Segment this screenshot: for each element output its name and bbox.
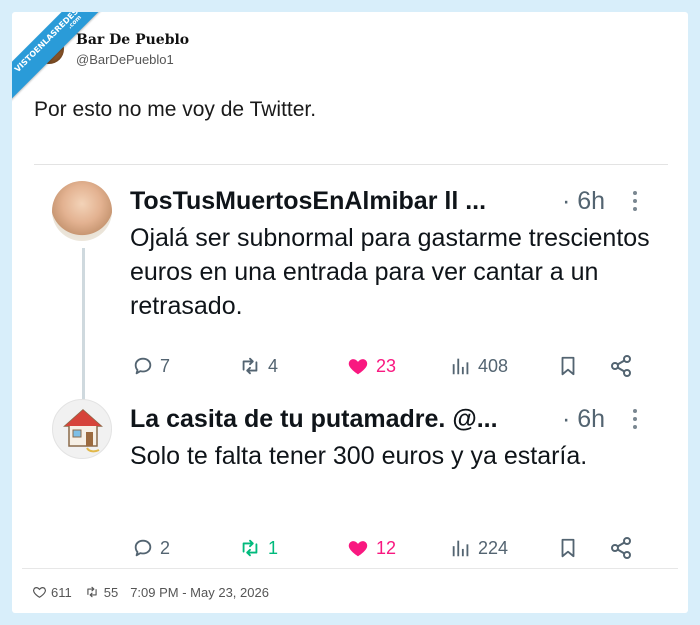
heart-outline-icon: [33, 587, 46, 598]
likes-stat[interactable]: 611: [32, 585, 72, 600]
views-count: 224: [478, 537, 509, 558]
views-chart-icon: [452, 358, 469, 375]
tweet-card: VISTOENLASREDES .com Bar De Pueblo @BarD…: [12, 12, 688, 613]
more-options-icon[interactable]: [632, 191, 638, 215]
like-count: 12: [376, 537, 397, 558]
views-chart-icon: [452, 540, 469, 557]
reply-avatar[interactable]: [52, 399, 112, 459]
reply-actions: 2 1 12 224: [12, 533, 688, 563]
views-count: 408: [478, 355, 509, 376]
reply-icon: [134, 357, 152, 375]
bookmark-button[interactable]: [557, 533, 579, 563]
reply-time[interactable]: · 6h: [562, 187, 605, 216]
views-button[interactable]: 224: [450, 533, 508, 563]
tweet-footer: 611 55 7:09 PM - May 23, 2026: [32, 582, 269, 602]
retweet-icon: [242, 539, 258, 557]
share-icon: [611, 355, 631, 377]
retweet-icon: [87, 586, 97, 598]
share-button[interactable]: [609, 533, 633, 563]
like-count: 23: [376, 355, 397, 376]
retweet-icon: [242, 357, 258, 375]
retweets-count: 55: [103, 584, 119, 600]
author-handle[interactable]: @BarDePueblo1: [76, 52, 174, 67]
tweet-text: Por esto no me voy de Twitter.: [34, 98, 317, 121]
author-name[interactable]: Bar De Pueblo: [76, 32, 189, 48]
reply-actions: 7 4 23 408: [12, 351, 688, 381]
bookmark-button[interactable]: [557, 351, 579, 381]
like-button[interactable]: 23: [346, 351, 396, 381]
views-button[interactable]: 408: [450, 351, 508, 381]
reply-time[interactable]: · 6h: [562, 405, 605, 434]
share-button[interactable]: [609, 351, 633, 381]
house-icon: [63, 408, 103, 453]
tweet-timestamp[interactable]: 7:09 PM - May 23, 2026: [130, 585, 269, 600]
reply-text: Solo te falta tener 300 euros y ya estar…: [130, 442, 588, 470]
reply-button[interactable]: 7: [132, 351, 170, 381]
reply-text: Ojalá ser subnormal para gastarme tresci…: [130, 224, 650, 320]
divider: [34, 164, 668, 165]
bookmark-icon: [561, 356, 575, 376]
reply-count: 7: [160, 355, 171, 376]
retweet-count: 4: [268, 355, 279, 376]
retweets-stat[interactable]: 55: [84, 585, 118, 600]
likes-count: 611: [51, 584, 72, 600]
bookmark-icon: [561, 538, 575, 558]
share-icon: [611, 537, 631, 559]
heart-icon: [348, 541, 368, 557]
heart-icon: [348, 359, 368, 375]
retweet-button[interactable]: 1: [238, 533, 278, 563]
reply-icon: [134, 539, 152, 557]
retweet-count: 1: [268, 537, 279, 558]
reply-count: 2: [160, 537, 171, 558]
like-button[interactable]: 12: [346, 533, 396, 563]
reply-button[interactable]: 2: [132, 533, 170, 563]
reply-author-name[interactable]: TosTusMuertosEnAlmibar ll ...: [130, 187, 486, 216]
reply-author-name[interactable]: La casita de tu putamadre. @...: [130, 405, 498, 434]
retweet-button[interactable]: 4: [238, 351, 278, 381]
reply-avatar[interactable]: [52, 181, 112, 241]
more-options-icon[interactable]: [632, 409, 638, 433]
divider: [22, 568, 678, 569]
